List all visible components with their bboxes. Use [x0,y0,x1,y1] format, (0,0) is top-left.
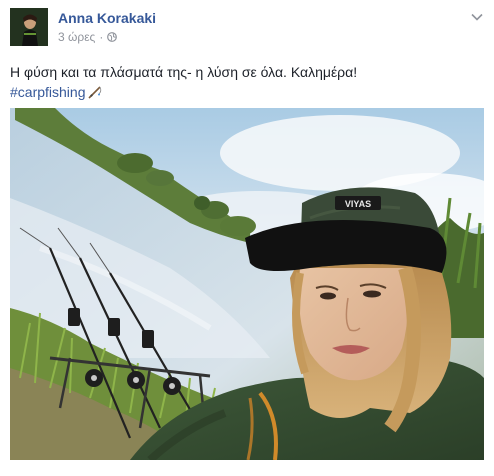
globe-icon[interactable] [107,32,118,42]
facebook-post: Anna Korakaki 3 ώρες · Η φύση και τα πλά… [0,0,494,476]
chevron-down-icon[interactable] [470,10,484,24]
fishing-selfie-photo[interactable]: VIYAS [10,108,484,460]
author-name[interactable]: Anna Korakaki [58,10,156,26]
hashtag-line: #carpfishing [10,82,484,102]
fishing-rod-icon [87,86,101,99]
hashtag-link[interactable]: #carpfishing [10,84,86,100]
post-text: Η φύση και τα πλάσματά της- η λύση σε όλ… [10,62,484,102]
cap-logo: VIYAS [345,199,371,209]
post-meta: 3 ώρες · [58,30,118,44]
post-time[interactable]: 3 ώρες [58,30,95,44]
avatar[interactable] [10,8,48,46]
meta-separator: · [99,30,104,44]
post-message: Η φύση και τα πλάσματά της- η λύση σε όλ… [10,64,358,80]
